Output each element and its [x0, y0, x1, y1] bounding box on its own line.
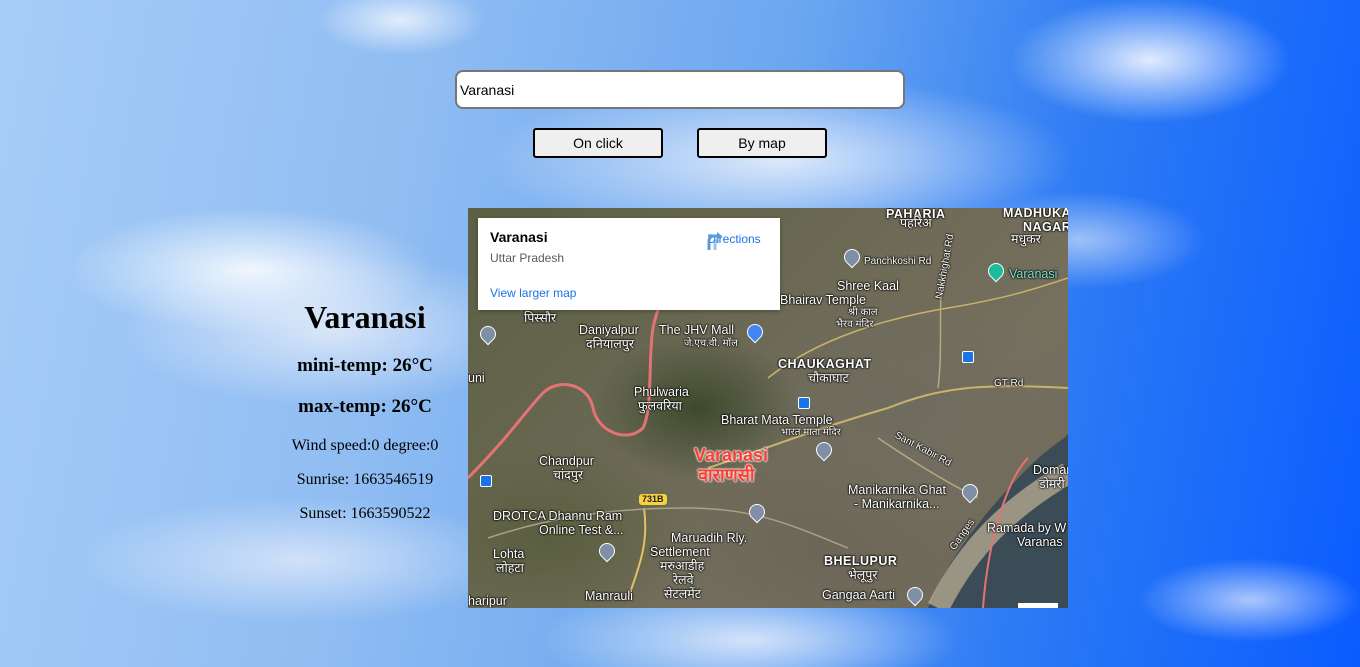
directions-icon — [707, 232, 722, 250]
min-temp: mini-temp: 26°C — [297, 355, 433, 376]
map-label-uni: uni — [468, 371, 485, 385]
city-name: Varanasi — [304, 299, 426, 335]
map-label-maruadih: Maruadih Rly. — [671, 531, 748, 545]
place-subtitle: Uttar Pradesh — [490, 251, 565, 265]
map-label-jhv-mall: The JHV Mall — [659, 323, 735, 337]
map-label-lohta-hi: लोहटा — [496, 561, 524, 575]
map-label-jhv-mall-hi: जे.एच.वी. मॉल — [684, 338, 738, 349]
map-label-domari: Domari — [1033, 463, 1068, 477]
map-label-maruadih-hi: मरुआडीह — [660, 559, 705, 573]
map-label-drotca-2: Online Test &... — [539, 523, 624, 537]
map-label-panchkoshi: Panchkoshi Rd — [864, 256, 932, 267]
map-label-chaukaghat-hi: चौकाघाट — [808, 371, 849, 385]
map-label-bhairav: Bhairav Temple — [780, 293, 866, 307]
map-label-chaukaghat: CHAUKAGHAT — [778, 357, 872, 371]
map-label-bharat-mata: Bharat Mata Temple — [721, 413, 833, 427]
map-scale-bar — [1018, 603, 1058, 608]
on-click-button[interactable]: On click — [533, 128, 663, 158]
transit-icon — [798, 397, 810, 409]
map-label-manikarnika: Manikarnika Ghat — [848, 483, 946, 497]
map-label-varanasi-teal: Varanasi — [1009, 267, 1058, 281]
map-label-phulwaria: Phulwaria — [634, 385, 689, 399]
map-label-bhairav-hi: श्री काल — [848, 307, 878, 318]
by-map-button[interactable]: By map — [697, 128, 827, 158]
map-label-haripur: haripur — [468, 594, 507, 608]
map-label-daniyalpur-hi: दनियालपुर — [586, 337, 634, 351]
map-label-gt-rd: GT Rd — [994, 378, 1024, 389]
map-label-maruadih-2: Settlement — [650, 545, 710, 559]
sunset: Sunset: 1663590522 — [299, 505, 431, 522]
map-label-lohta: Lohta — [493, 547, 525, 561]
map-place-card: Varanasi Uttar Pradesh View larger map D… — [478, 218, 780, 310]
wind-speed: Wind speed:0 degree:0 — [291, 437, 439, 454]
map-label-shree-kaal: Shree Kaal — [837, 279, 899, 293]
directions-button[interactable]: Directions — [704, 230, 764, 250]
map-label-paharia-hi: पहरिअ — [900, 216, 932, 230]
transit-icon — [480, 475, 492, 487]
place-title: Varanasi — [490, 229, 548, 245]
map-label-varanasi-city-hi: वाराणसी — [698, 465, 755, 485]
map-label-gangaa-aarti: Gangaa Aarti — [822, 588, 895, 602]
view-larger-map-link[interactable]: View larger map — [490, 286, 576, 300]
map-label-phulwaria-hi: फुलवरिया — [638, 399, 682, 413]
map-label-manrauli: Manrauli — [585, 589, 633, 603]
city-search-input[interactable] — [455, 70, 905, 109]
map-label-bhelupur: BHELUPUR — [824, 554, 898, 568]
map-label-varanasi-city: Varanasi — [694, 445, 769, 465]
map-label-drotca: DROTCA Dhannu Ram — [493, 509, 623, 523]
map-label-madhukar-hi: मधुकर — [1011, 232, 1041, 246]
map-label-ramada: Ramada by W — [987, 521, 1067, 535]
map-label-bharat-mata-hi: भारत माता मंदिर — [781, 427, 841, 438]
road-yellow — [627, 507, 647, 599]
map-label-chandpur-hi: चांदपुर — [553, 468, 584, 482]
max-temp: max-temp: 26°C — [298, 396, 432, 417]
sunrise: Sunrise: 1663546519 — [296, 471, 434, 488]
map-label-madhuban: MADHUKA — [1003, 208, 1068, 220]
highway-shield: 731B — [639, 494, 667, 505]
map-label-bhairav-hi2: भैरव मंदिर — [836, 319, 874, 330]
map-label-daniyalpur: Daniyalpur — [579, 323, 639, 337]
weather-panel: Varanasi mini-temp: 26°C max-temp: 26°C … — [270, 295, 460, 524]
map-label-bhelupur-hi: भेलूपुर — [848, 568, 878, 582]
map-label-manikarnika-2: - Manikarnika... — [854, 497, 940, 511]
map-label-maruadih-hi-2: रेलवे — [673, 573, 694, 587]
embedded-map[interactable]: PAHARIA पहरिअ MADHUKA NAGAR मधुकर Panchk… — [468, 208, 1068, 608]
map-label-ramada-2: Varanas — [1017, 535, 1063, 549]
transit-icon — [962, 351, 974, 363]
map-label-pissaur: पिस्सौर — [524, 311, 557, 325]
map-label-maruadih-hi-3: सेटलमेंट — [664, 587, 702, 601]
map-label-chandpur: Chandpur — [539, 454, 594, 468]
search-bar — [455, 70, 905, 109]
map-label-domari-hi: डोमरी — [1039, 477, 1065, 491]
